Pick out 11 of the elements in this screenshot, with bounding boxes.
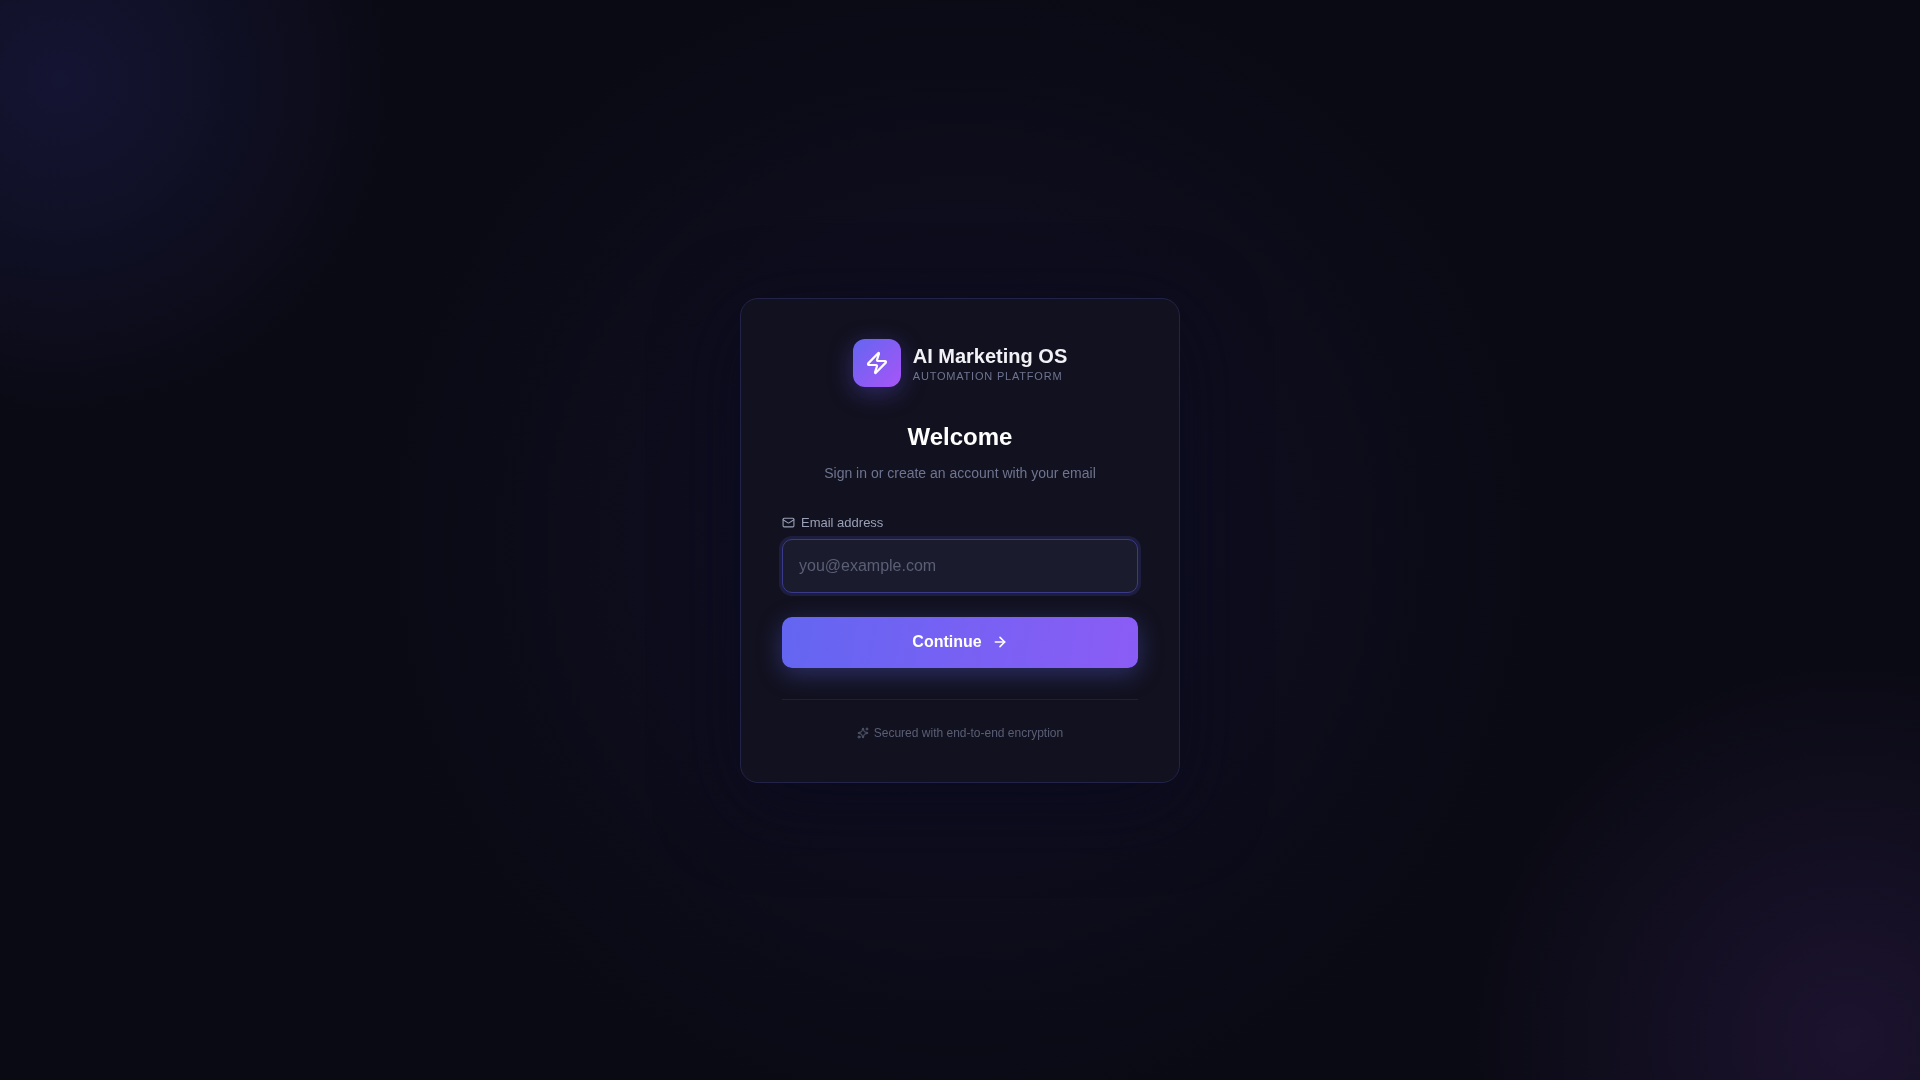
brand-tagline: AUTOMATION PLATFORM [912, 369, 1064, 382]
welcome-heading: Welcome [906, 422, 1014, 451]
sparkles-icon [856, 726, 869, 739]
email-label: Email address [801, 514, 884, 530]
email-input-field[interactable]: you@example.com [782, 538, 1138, 593]
continue-button[interactable]: Continue [782, 616, 1138, 668]
mail-icon [782, 515, 795, 529]
security-note: Secured with end-to-end encryption [873, 725, 1064, 740]
subtitle: Sign in or create an account with your email [823, 464, 1097, 481]
brand-name: AI Marketing OS [912, 343, 1068, 368]
lightning-bolt-icon [852, 338, 901, 387]
